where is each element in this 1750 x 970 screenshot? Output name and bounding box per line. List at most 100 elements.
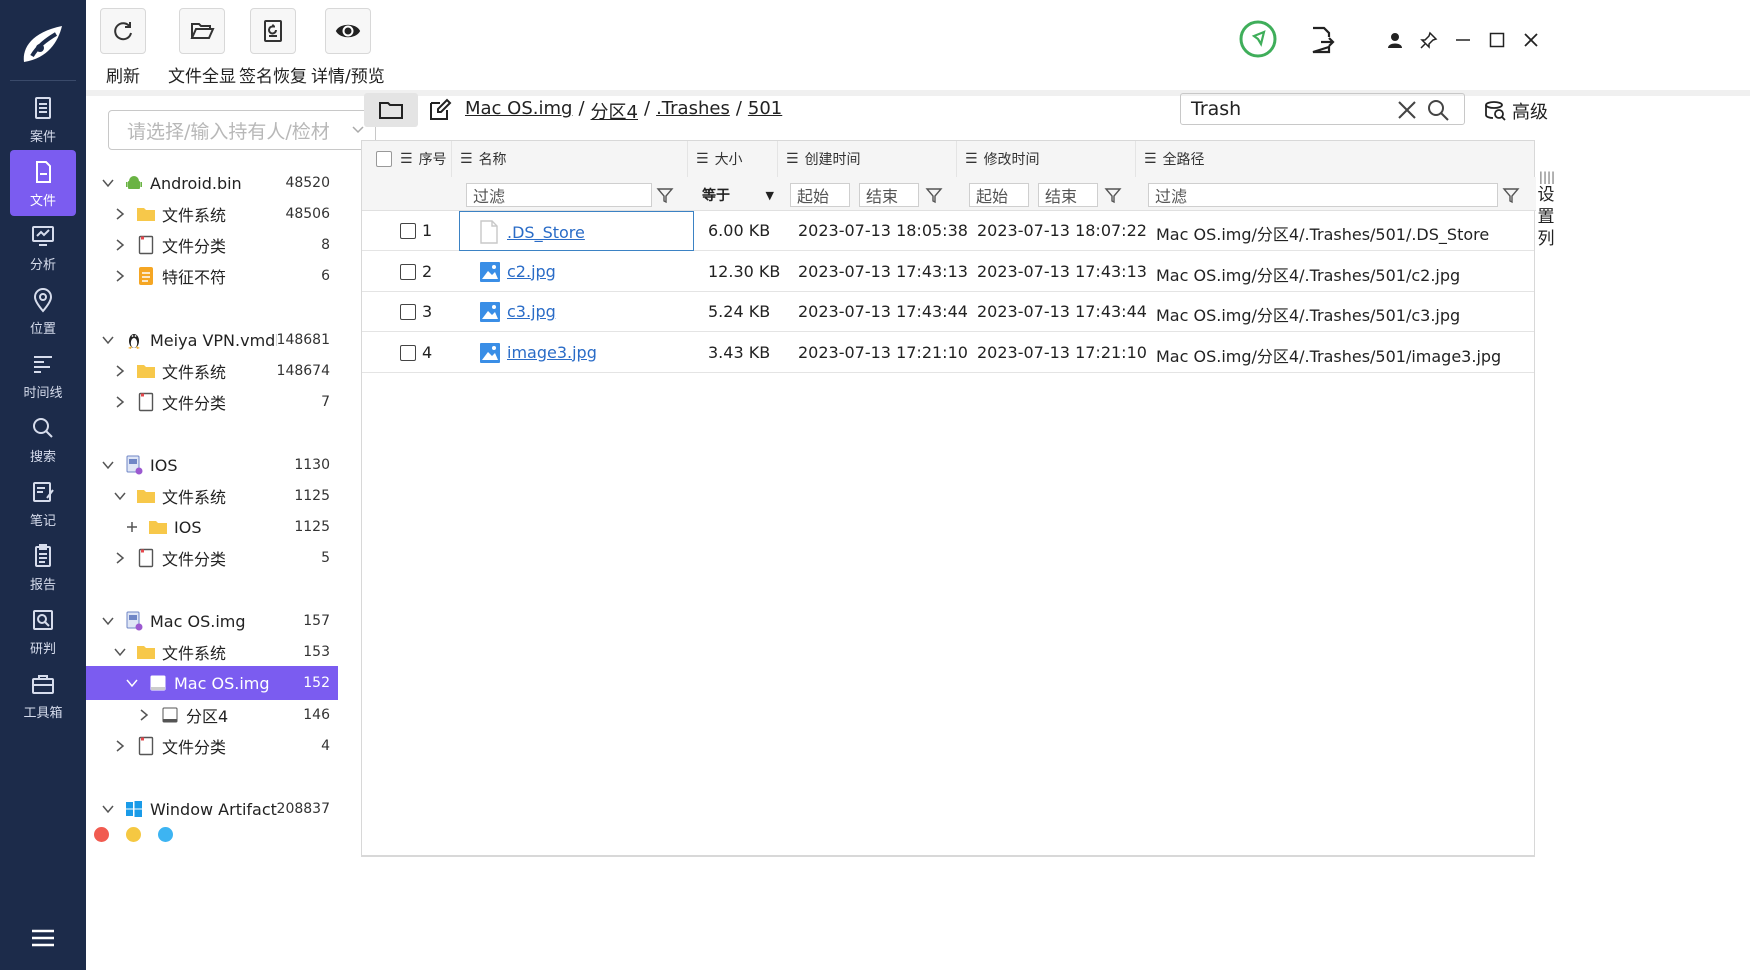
export-file-icon[interactable] [1308, 25, 1336, 55]
row-checkbox[interactable] [400, 223, 416, 239]
file-name-link[interactable]: c2.jpg [507, 262, 556, 281]
chevron-right-icon[interactable] [112, 206, 128, 222]
nav-item-report[interactable]: 报告 [10, 534, 76, 600]
tree-node[interactable]: 分区4 146 [86, 698, 338, 732]
tree-node[interactable]: 文件系统 48506 [86, 197, 338, 231]
column-menu-icon[interactable]: ☰ [1144, 151, 1157, 167]
nav-item-search[interactable]: 搜索 [10, 406, 76, 472]
close-icon[interactable] [1520, 29, 1542, 51]
filter-icon[interactable] [656, 186, 674, 204]
path-filter-input[interactable]: 过滤 [1148, 183, 1498, 207]
header-fullpath[interactable]: ☰ 全路径 [1136, 141, 1534, 177]
clear-search-icon[interactable] [1396, 99, 1418, 121]
tree-node[interactable]: 文件系统 1125 [86, 479, 338, 513]
owner-select[interactable]: 请选择/输入持有人/检材 [108, 110, 376, 150]
chevron-down-icon[interactable] [100, 457, 116, 473]
nav-item-analysis[interactable]: 分析 [10, 214, 76, 280]
header-index[interactable]: ☰ 序号 [362, 141, 452, 177]
tree-node[interactable]: 文件分类 8 [86, 228, 338, 262]
column-menu-icon[interactable]: ☰ [400, 151, 413, 167]
tree-node[interactable]: 文件分类 7 [86, 385, 338, 419]
search-input[interactable]: Trash [1180, 93, 1465, 125]
breadcrumb-item[interactable]: Mac OS.img [465, 98, 572, 124]
nav-item-note[interactable]: 笔记 [10, 470, 76, 536]
table-row[interactable]: 1 .DS_Store 6.00 KB 2023-07-13 18:05:38 2023… [362, 211, 1534, 251]
tree-node[interactable]: IOS 1130 [86, 448, 338, 482]
tree-node[interactable]: 文件分类 4 [86, 729, 338, 763]
red-dot-icon[interactable] [94, 827, 109, 842]
show-all-files-button[interactable]: 文件全显 [168, 8, 236, 87]
tree-node[interactable]: Mac OS.img 157 [86, 604, 338, 638]
column-menu-icon[interactable]: ☰ [460, 151, 473, 167]
chevron-down-icon[interactable] [112, 488, 128, 504]
user-icon[interactable] [1384, 29, 1406, 51]
minimize-icon[interactable] [1452, 29, 1474, 51]
signature-recovery-button[interactable]: 签名恢复 [239, 8, 307, 87]
detail-preview-button[interactable]: 详情/预览 [311, 8, 385, 87]
column-menu-icon[interactable]: ☰ [965, 151, 978, 167]
plus-icon[interactable] [124, 519, 140, 535]
breadcrumb-item[interactable]: 分区4 [591, 98, 638, 124]
header-created[interactable]: ☰ 创建时间 [778, 141, 957, 177]
tree-node[interactable]: 文件系统 153 [86, 635, 338, 669]
modified-start-input[interactable]: 起始 [969, 183, 1029, 207]
row-checkbox[interactable] [400, 263, 416, 280]
select-all-checkbox[interactable] [376, 151, 392, 167]
chevron-right-icon[interactable] [112, 363, 128, 379]
advanced-search-button[interactable]: 高级 [1484, 98, 1548, 124]
filter-icon[interactable] [1104, 186, 1122, 204]
chevron-down-icon[interactable] [100, 801, 116, 817]
tree-node[interactable]: IOS 1125 [86, 510, 338, 544]
chevron-down-icon[interactable] [100, 613, 116, 629]
table-row[interactable]: 2 c2.jpg 12.30 KB 2023-07-13 17:43:13 2023-0… [362, 252, 1534, 292]
filter-icon[interactable] [925, 186, 943, 204]
chevron-right-icon[interactable] [112, 268, 128, 284]
chevron-right-icon[interactable] [112, 550, 128, 566]
name-filter-input[interactable]: 过滤 [466, 183, 652, 207]
nav-item-location[interactable]: 位置 [10, 278, 76, 344]
tree-node[interactable]: Window Artifacts....208837 [86, 792, 338, 826]
folder-view-button[interactable] [364, 93, 418, 127]
nav-item-file[interactable]: 文件 [10, 150, 76, 216]
chevron-right-icon[interactable] [112, 394, 128, 410]
maximize-icon[interactable] [1486, 29, 1508, 51]
filter-icon[interactable] [1502, 186, 1520, 204]
created-start-input[interactable]: 起始 [790, 183, 850, 207]
yellow-dot-icon[interactable] [126, 827, 141, 842]
column-settings-button[interactable]: |||| 设置列 [1537, 170, 1557, 250]
breadcrumb-item[interactable]: .Trashes [656, 98, 730, 124]
nav-item-timeline[interactable]: 时间线 [10, 342, 76, 408]
edit-path-icon[interactable] [428, 98, 452, 126]
size-operator-select[interactable]: 等于 ▼ [696, 183, 774, 207]
row-checkbox[interactable] [400, 344, 416, 361]
hamburger-menu-icon[interactable] [28, 926, 58, 952]
chevron-down-icon[interactable] [100, 175, 116, 191]
blue-dot-icon[interactable] [158, 827, 173, 842]
chevron-right-icon[interactable] [136, 707, 152, 723]
file-name-link[interactable]: c3.jpg [507, 302, 556, 321]
table-row[interactable]: 3 c3.jpg 5.24 KB 2023-07-13 17:43:44 2023-07… [362, 292, 1534, 332]
tree-node[interactable]: Mac OS.img 152 [86, 666, 338, 700]
pin-icon[interactable] [1418, 29, 1440, 51]
chevron-down-icon[interactable] [100, 332, 116, 348]
tree-node[interactable]: 文件系统 148674 [86, 354, 338, 388]
row-checkbox[interactable] [400, 304, 416, 320]
breadcrumb-item[interactable]: 501 [748, 98, 782, 124]
modified-end-input[interactable]: 结束 [1038, 183, 1098, 207]
column-menu-icon[interactable]: ☰ [696, 151, 709, 167]
nav-item-case[interactable]: 案件 [10, 86, 76, 152]
file-name-link[interactable]: .DS_Store [507, 223, 585, 242]
table-row[interactable]: 4 image3.jpg 3.43 KB 2023-07-13 17:21:10 202… [362, 333, 1534, 373]
tree-node[interactable]: 文件分类 5 [86, 541, 338, 575]
nav-item-judge[interactable]: 研判 [10, 598, 76, 664]
column-menu-icon[interactable]: ☰ [786, 151, 799, 167]
header-size[interactable]: ☰ 大小 [688, 141, 778, 177]
nav-item-toolbox[interactable]: 工具箱 [10, 662, 76, 728]
tree-node[interactable]: Meiya VPN.vmdk 148681 [86, 323, 338, 357]
header-name[interactable]: ☰ 名称 [452, 141, 688, 177]
refresh-button[interactable]: 刷新 [100, 8, 146, 87]
tree-node[interactable]: 特征不符 6 [86, 259, 338, 293]
chevron-right-icon[interactable] [112, 237, 128, 253]
chevron-down-icon[interactable] [112, 644, 128, 660]
search-icon[interactable] [1426, 98, 1450, 122]
